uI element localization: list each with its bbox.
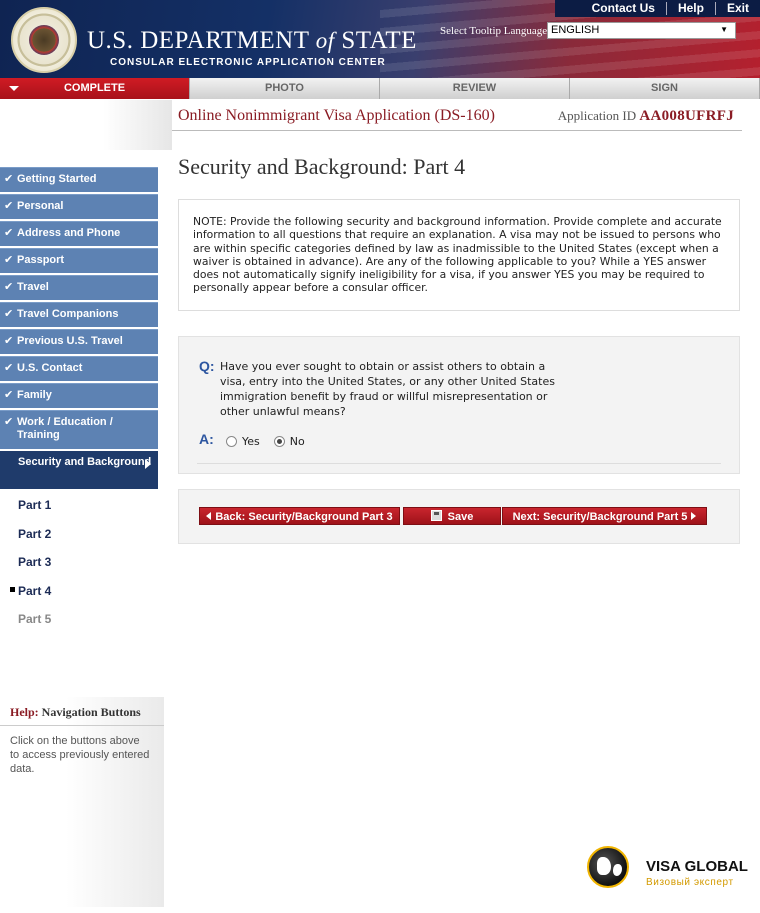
- watermark-title: VISA GLOBAL: [646, 858, 748, 875]
- help-divider: [0, 725, 164, 726]
- sidebar-item-travel-companions[interactable]: ✔ Travel Companions: [0, 302, 158, 327]
- sidebar-part-3[interactable]: Part 3: [0, 548, 158, 577]
- sidebar-item-passport[interactable]: ✔ Passport: [0, 248, 158, 273]
- yes-radio[interactable]: [226, 436, 237, 447]
- help-link[interactable]: Help: [665, 2, 715, 15]
- question-panel: Q: Have you ever sought to obtain or ass…: [178, 336, 740, 474]
- no-label: No: [289, 435, 305, 448]
- checkmark-icon: ✔: [4, 254, 14, 266]
- tab-sign[interactable]: SIGN: [570, 78, 760, 99]
- checkmark-icon: ✔: [4, 362, 14, 374]
- checkmark-icon: ✔: [4, 173, 14, 185]
- title-divider: [172, 130, 742, 131]
- checkmark-icon: ✔: [4, 308, 14, 320]
- tab-photo[interactable]: PHOTO: [190, 78, 380, 99]
- question-label: Q:: [199, 358, 215, 374]
- state-department-seal-icon: [11, 7, 77, 73]
- site-header: Contact Us Help Exit U.S. DEPARTMENT of …: [0, 0, 760, 78]
- checkmark-icon: ✔: [4, 227, 14, 239]
- no-radio[interactable]: [273, 436, 285, 447]
- sidebar-part-2[interactable]: Part 2: [0, 520, 158, 549]
- current-marker-icon: [10, 586, 15, 592]
- checkmark-icon: ✔: [4, 389, 14, 401]
- help-title: Help: Navigation Buttons: [10, 705, 141, 719]
- sidebar-header-shade: [0, 100, 172, 150]
- department-title: U.S. DEPARTMENT of STATE: [87, 27, 417, 54]
- top-links-bar: Contact Us Help Exit: [555, 0, 760, 17]
- back-button[interactable]: Back: Security/Background Part 3: [199, 507, 400, 525]
- yes-label: Yes: [242, 435, 260, 448]
- sidebar-item-family[interactable]: ✔ Family: [0, 383, 158, 408]
- sidebar-item-address-and-phone[interactable]: ✔ Address and Phone: [0, 221, 158, 246]
- arrow-right-icon: [145, 459, 151, 469]
- contact-us-link[interactable]: Contact Us: [581, 2, 666, 15]
- save-button[interactable]: Save: [403, 507, 501, 525]
- sidebar-part-5: Part 5: [18, 612, 52, 626]
- progress-tabs: COMPLETE PHOTO REVIEW SIGN: [0, 78, 760, 99]
- department-subtitle: CONSULAR ELECTRONIC APPLICATION CENTER: [110, 57, 386, 68]
- visa-global-watermark: VISA GLOBAL Визовый эксперт: [585, 844, 755, 896]
- checkmark-icon: ✔: [4, 335, 14, 347]
- watermark-subtitle: Визовый эксперт: [646, 877, 734, 888]
- navigation-buttons-panel: Back: Security/Background Part 3 Save Ne…: [178, 489, 740, 544]
- sidebar-item-us-contact[interactable]: ✔ U.S. Contact: [0, 356, 158, 381]
- tooltip-language-label: Select Tooltip Language: [440, 25, 548, 37]
- help-panel: Help: Navigation Buttons Click on the bu…: [0, 697, 164, 907]
- question-divider: [197, 463, 721, 464]
- globe-icon: [587, 846, 629, 888]
- sidebar-item-personal[interactable]: ✔ Personal: [0, 194, 158, 219]
- sidebar-part-1[interactable]: Part 1: [0, 491, 158, 520]
- sidebar: ✔ Getting Started ✔ Personal ✔ Address and …: [0, 167, 158, 634]
- tab-complete[interactable]: COMPLETE: [0, 78, 190, 99]
- sidebar-item-work-education[interactable]: ✔ Work / Education / Training: [0, 410, 158, 449]
- exit-link[interactable]: Exit: [714, 2, 760, 15]
- save-disk-icon: [430, 510, 442, 521]
- sidebar-part-4[interactable]: Part 4: [0, 577, 158, 606]
- sidebar-item-previous-us-travel[interactable]: ✔ Previous U.S. Travel: [0, 329, 158, 354]
- tooltip-language-select[interactable]: ENGLISH ▼: [547, 22, 736, 39]
- checkmark-icon: ✔: [4, 416, 14, 428]
- application-title: Online Nonimmigrant Visa Application (DS…: [178, 107, 495, 124]
- answer-radio-group: Yes No: [226, 435, 319, 448]
- answer-label: A:: [199, 431, 214, 447]
- tab-review[interactable]: REVIEW: [380, 78, 570, 99]
- help-text: Click on the buttons above to access pre…: [10, 735, 150, 775]
- dropdown-arrow-icon: ▼: [720, 25, 728, 34]
- checkmark-icon: ✔: [4, 200, 14, 212]
- page-title: Security and Background: Part 4: [178, 154, 466, 179]
- arrow-right-icon: [691, 512, 697, 520]
- application-id: Application ID AA008UFRFJ: [557, 108, 734, 124]
- checkmark-icon: ✔: [4, 281, 14, 293]
- question-text: Have you ever sought to obtain or assist…: [220, 360, 555, 418]
- next-button[interactable]: Next: Security/Background Part 5: [502, 507, 707, 525]
- sidebar-item-security-background[interactable]: Security and Background: [0, 451, 158, 489]
- sidebar-item-getting-started[interactable]: ✔ Getting Started: [0, 167, 158, 192]
- sidebar-item-travel[interactable]: ✔ Travel: [0, 275, 158, 300]
- note-box: NOTE: Provide the following security and…: [178, 199, 740, 311]
- arrow-left-icon: [206, 512, 212, 520]
